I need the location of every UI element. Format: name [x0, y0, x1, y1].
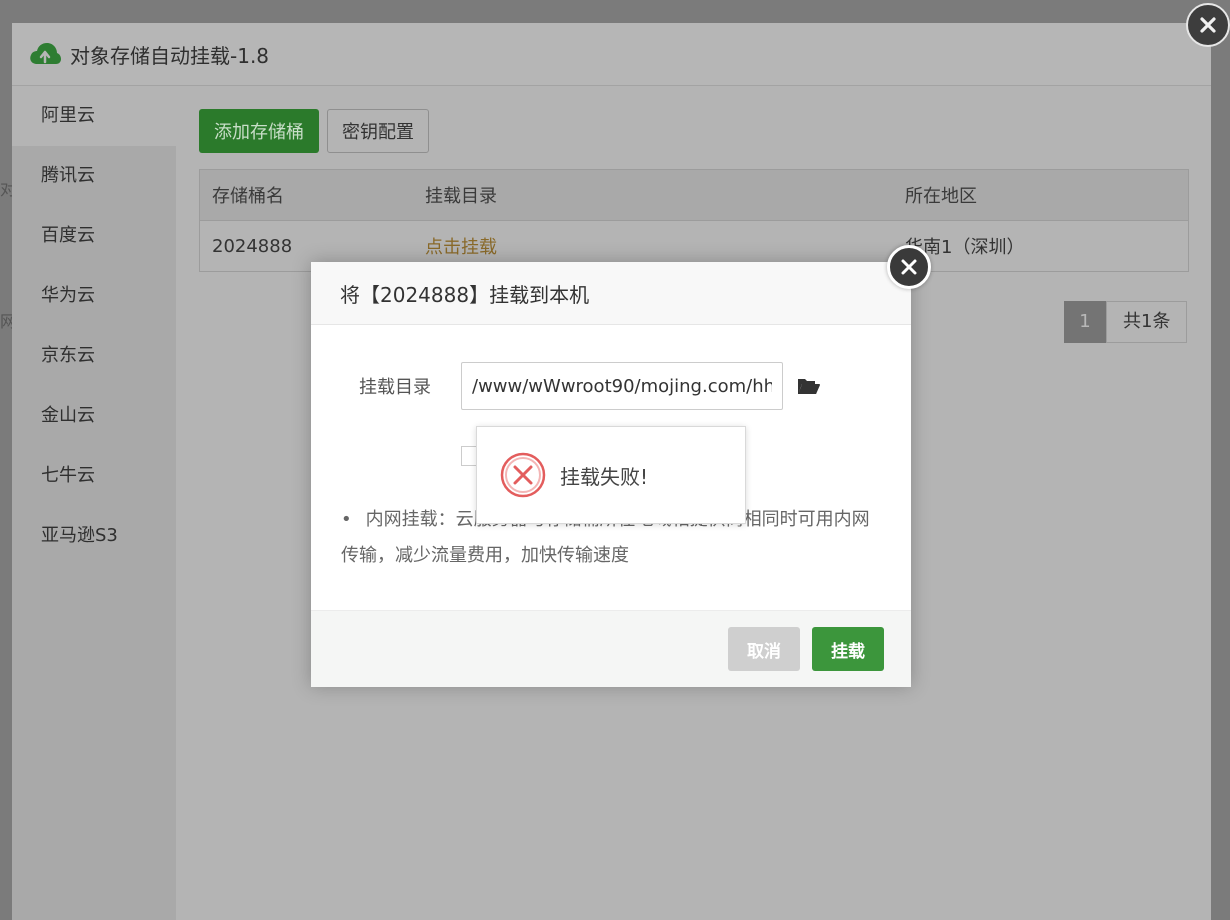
folder-open-icon[interactable]: [797, 376, 821, 396]
column-header-region: 所在地区: [905, 186, 977, 207]
toolbar: 添加存储桶 密钥配置: [199, 109, 1189, 153]
dialog-title: 将【2024888】挂载到本机: [311, 262, 911, 325]
cloud-upload-icon: [30, 43, 61, 64]
sidebar-item-aws-s3[interactable]: 亚马逊S3: [12, 506, 176, 566]
cloud-provider-sidebar: 阿里云 腾讯云 百度云 华为云 京东云 金山云 七牛云 亚马逊S3: [12, 86, 176, 920]
sidebar-item-tencent[interactable]: 腾讯云: [12, 146, 176, 206]
table-header: 存储桶名 挂载目录 所在地区: [200, 170, 1188, 221]
toast-message: 挂载失败!: [560, 464, 649, 489]
mount-button[interactable]: 挂载: [812, 627, 884, 671]
mount-dir-row: 挂载目录: [359, 362, 821, 410]
pagination-total: 共1条: [1106, 301, 1188, 343]
cancel-button[interactable]: 取消: [728, 627, 800, 671]
region-cell: 华南1（深圳）: [905, 237, 1025, 258]
sidebar-item-aliyun[interactable]: 阿里云: [12, 86, 176, 146]
mount-dir-label: 挂载目录: [359, 377, 431, 398]
window-close-button[interactable]: [1186, 3, 1230, 47]
sidebar-item-qiniu[interactable]: 七牛云: [12, 446, 176, 506]
window-header: 对象存储自动挂载-1.8: [12, 23, 1211, 86]
sidebar-item-kingsoft[interactable]: 金山云: [12, 386, 176, 446]
mount-dir-cell: 点击挂载: [425, 233, 905, 259]
add-bucket-button[interactable]: 添加存储桶: [199, 109, 319, 153]
column-header-mount-dir: 挂载目录: [425, 186, 497, 207]
sidebar-item-baidu[interactable]: 百度云: [12, 206, 176, 266]
page-number-current[interactable]: 1: [1064, 301, 1106, 343]
bucket-table: 存储桶名 挂载目录 所在地区 2024888 点击挂载 华南1（深圳）: [199, 169, 1189, 272]
bullet-icon: •: [341, 509, 352, 530]
sidebar-item-huawei[interactable]: 华为云: [12, 266, 176, 326]
pagination: 1 共1条: [1064, 301, 1188, 343]
click-mount-link[interactable]: 点击挂载: [425, 237, 497, 258]
error-circle-icon: [500, 452, 546, 498]
dialog-footer: 取消 挂载: [311, 610, 911, 687]
main-content: 添加存储桶 密钥配置 存储桶名 挂载目录 所在地区 2024888 点击挂载 华…: [199, 109, 1189, 343]
mount-dir-input[interactable]: [461, 362, 783, 410]
key-config-button[interactable]: 密钥配置: [327, 109, 429, 153]
error-toast: 挂载失败!: [476, 426, 746, 524]
bucket-name-cell: 2024888: [212, 235, 293, 257]
window-title: 对象存储自动挂载-1.8: [70, 43, 270, 68]
column-header-bucket-name: 存储桶名: [212, 186, 284, 207]
close-icon: [1200, 17, 1216, 33]
sidebar-item-jd[interactable]: 京东云: [12, 326, 176, 386]
dialog-close-button[interactable]: [887, 245, 931, 289]
close-icon: [901, 259, 917, 275]
